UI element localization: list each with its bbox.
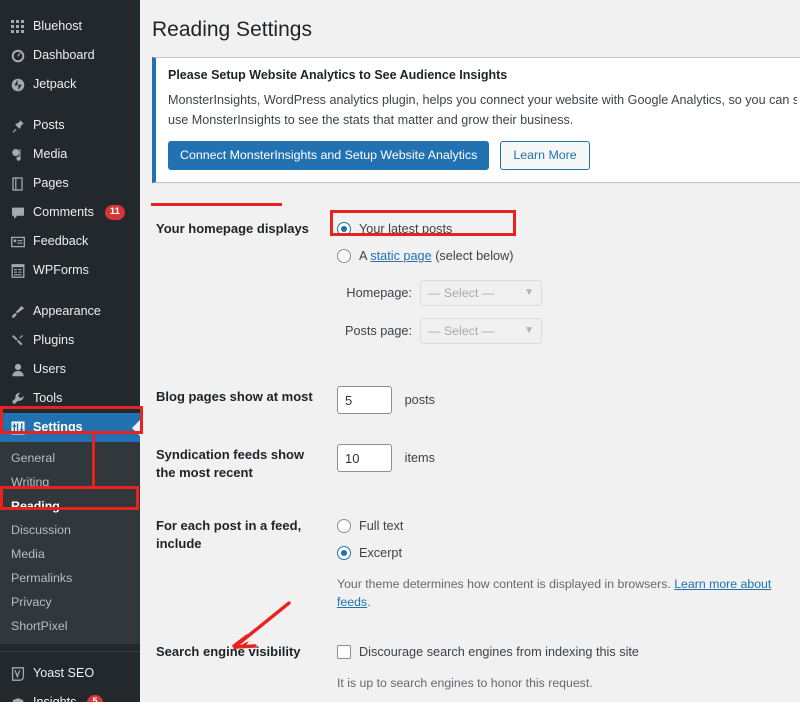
annotation-arrow-save-changes bbox=[225, 595, 300, 655]
annotation-box-settings bbox=[0, 406, 143, 434]
annotation-connector-line bbox=[92, 432, 95, 488]
annotation-box-reading bbox=[0, 486, 139, 510]
annotation-box-static-page bbox=[330, 210, 516, 236]
annotation-overlay bbox=[0, 0, 800, 702]
annotation-underline-homepage-displays bbox=[151, 203, 282, 206]
